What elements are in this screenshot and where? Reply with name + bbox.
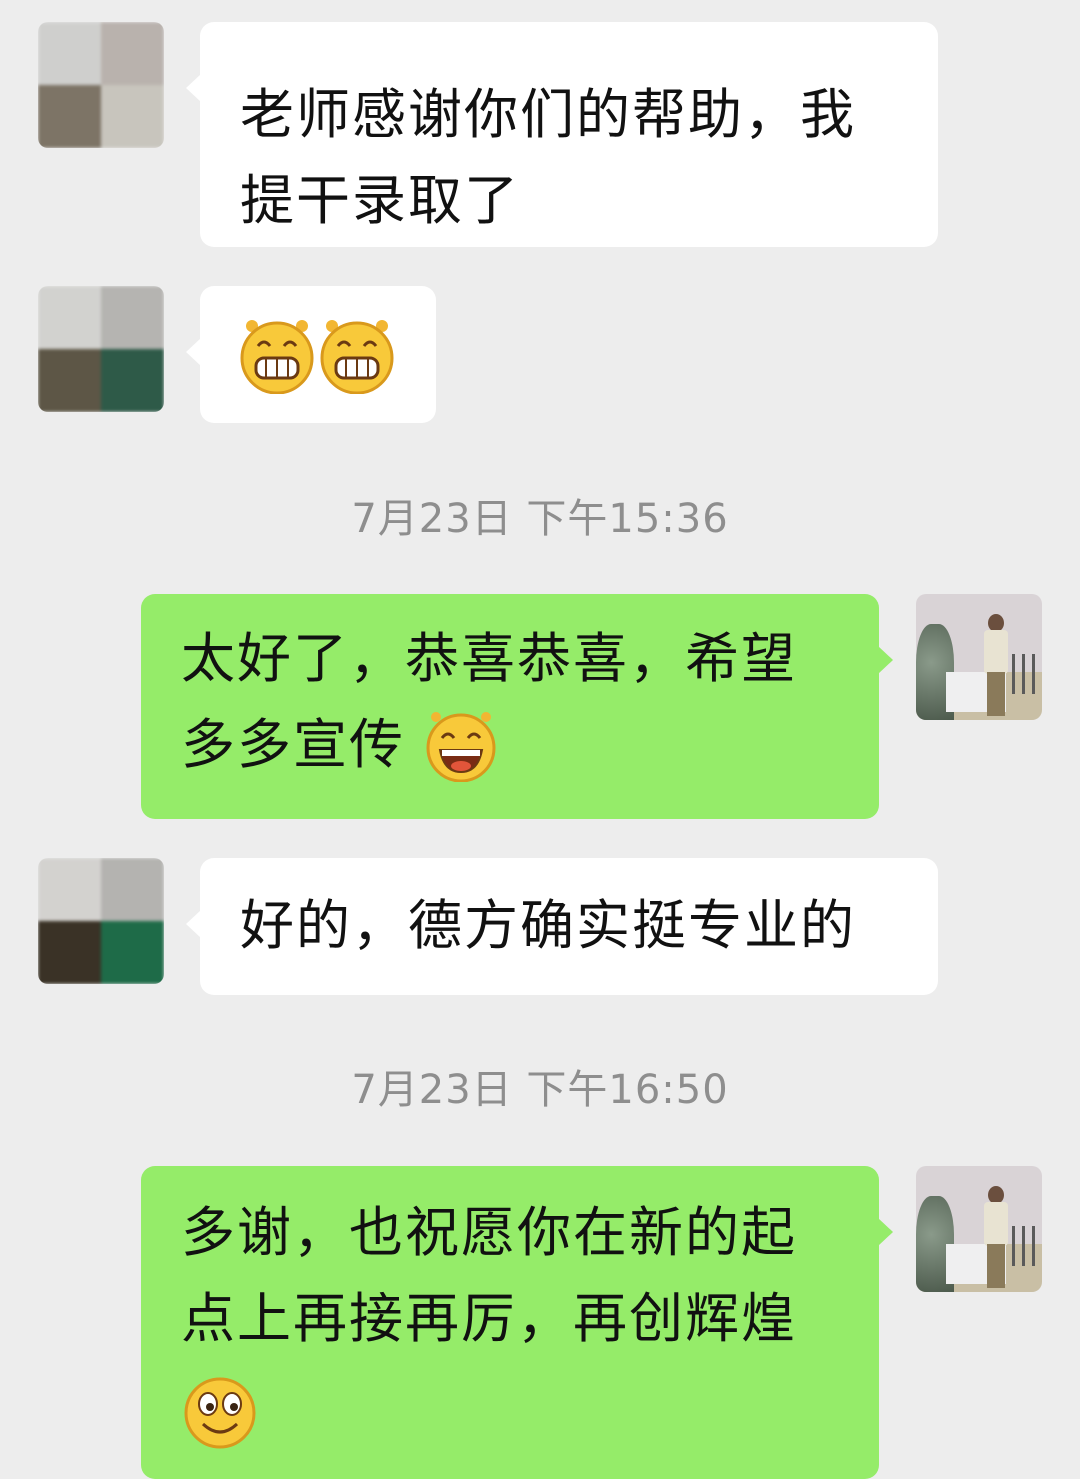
my-avatar[interactable]: [916, 1166, 1042, 1292]
contact-avatar[interactable]: [38, 858, 164, 984]
laugh-emoji: [426, 712, 496, 782]
my-avatar[interactable]: [916, 594, 1042, 720]
timestamp: 7月23日 下午16:50: [351, 1067, 729, 1113]
outgoing-message-bubble[interactable]: 多谢，也祝愿你在新的起 点上再接再厉，再创辉煌: [141, 1166, 893, 1479]
incoming-emoji-bubble[interactable]: [186, 286, 436, 423]
contact-avatar[interactable]: [38, 286, 164, 412]
outgoing-message-bubble[interactable]: 太好了，恭喜恭喜，希望 多多宣传: [141, 594, 893, 819]
message-text: 多谢，也祝愿你在新的起 点上再接再厉，再创辉煌: [181, 1201, 797, 1350]
grin-emoji: [320, 320, 394, 394]
timestamp: 7月23日 下午15:36: [351, 496, 729, 542]
message-text: 老师感谢你们的帮助，我 提干录取了: [240, 83, 856, 232]
message-text: 好的，德方确实挺专业的: [240, 894, 856, 957]
grin-emoji: [240, 320, 314, 394]
incoming-message-bubble[interactable]: 好的，德方确实挺专业的: [186, 858, 938, 995]
incoming-message-bubble[interactable]: 老师感谢你们的帮助，我 提干录取了: [186, 22, 938, 247]
contact-avatar[interactable]: [38, 22, 164, 148]
smile-emoji: [184, 1377, 256, 1449]
